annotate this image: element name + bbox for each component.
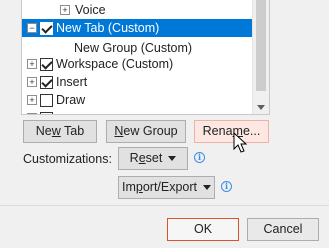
tab-checkbox[interactable]	[40, 58, 53, 71]
tree-item-label: Workspace (Custom)	[56, 57, 174, 71]
button-label-part: ort/Export	[142, 180, 198, 194]
expand-icon[interactable]: +	[27, 59, 37, 69]
tree-row-new-group[interactable]: New Group (Custom)	[22, 37, 253, 55]
dropdown-arrow-icon	[168, 156, 177, 162]
scroll-down-arrow-icon[interactable]	[257, 105, 265, 110]
button-label-accel: e	[138, 151, 146, 165]
tree-row-workspace[interactable]: + Workspace (Custom)	[22, 55, 253, 73]
new-tab-button[interactable]: New Tab	[23, 120, 97, 143]
expand-icon[interactable]: +	[27, 95, 37, 105]
tree-row-draw[interactable]: + Draw	[22, 91, 253, 109]
button-label-part: Rena	[202, 124, 233, 138]
customize-ribbon-tree[interactable]: + Voice − New Tab (Custom) New Group (Cu…	[21, 0, 270, 115]
cancel-button[interactable]: Cancel	[247, 218, 319, 241]
button-label-part: Im	[121, 180, 136, 194]
tab-checkbox[interactable]	[40, 94, 53, 107]
button-label-part: ew Group	[123, 124, 178, 138]
tree-item-label: New Tab (Custom)	[56, 21, 160, 35]
reset-dropdown-button[interactable]: Reset	[118, 147, 188, 170]
button-label-part: Ne	[35, 124, 52, 138]
button-label-accel: p	[135, 180, 143, 194]
info-icon[interactable]: i	[221, 181, 232, 192]
expand-icon[interactable]: +	[60, 5, 70, 15]
dropdown-arrow-icon	[203, 185, 212, 191]
tree-scrollbar[interactable]	[252, 0, 269, 114]
button-label-accel: w	[51, 124, 61, 138]
tree-item-label: Voice	[75, 3, 106, 17]
import-export-dropdown-button[interactable]: Import/Export	[118, 176, 215, 199]
scrollbar-thumb[interactable]	[256, 0, 266, 91]
rename-button[interactable]: Rename...	[194, 120, 269, 143]
info-icon[interactable]: i	[194, 152, 205, 163]
button-label-part: Tab	[60, 124, 85, 138]
mouse-cursor-icon	[233, 132, 248, 153]
button-label-part: set	[145, 151, 163, 165]
tab-checkbox[interactable]	[40, 112, 53, 114]
expand-icon[interactable]: +	[27, 77, 37, 87]
tree-item-label: Draw	[56, 93, 86, 107]
customizations-label: Customizations:	[23, 152, 112, 166]
tab-checkbox[interactable]	[40, 22, 53, 35]
tree-row-new-tab[interactable]: − New Tab (Custom)	[22, 19, 253, 37]
expand-icon[interactable]: +	[27, 113, 37, 114]
collapse-icon[interactable]: −	[27, 23, 37, 33]
tree-row-insert[interactable]: + Insert	[22, 73, 253, 91]
ok-button[interactable]: OK	[167, 218, 239, 241]
tree-row-voice[interactable]: + Voice	[22, 1, 253, 19]
tree-row-partial-bottom[interactable]: +	[22, 109, 253, 114]
new-group-button[interactable]: New Group	[106, 120, 186, 143]
tree-item-label: Insert	[56, 75, 88, 89]
tab-checkbox[interactable]	[40, 76, 53, 89]
button-label-part: R	[129, 151, 139, 165]
